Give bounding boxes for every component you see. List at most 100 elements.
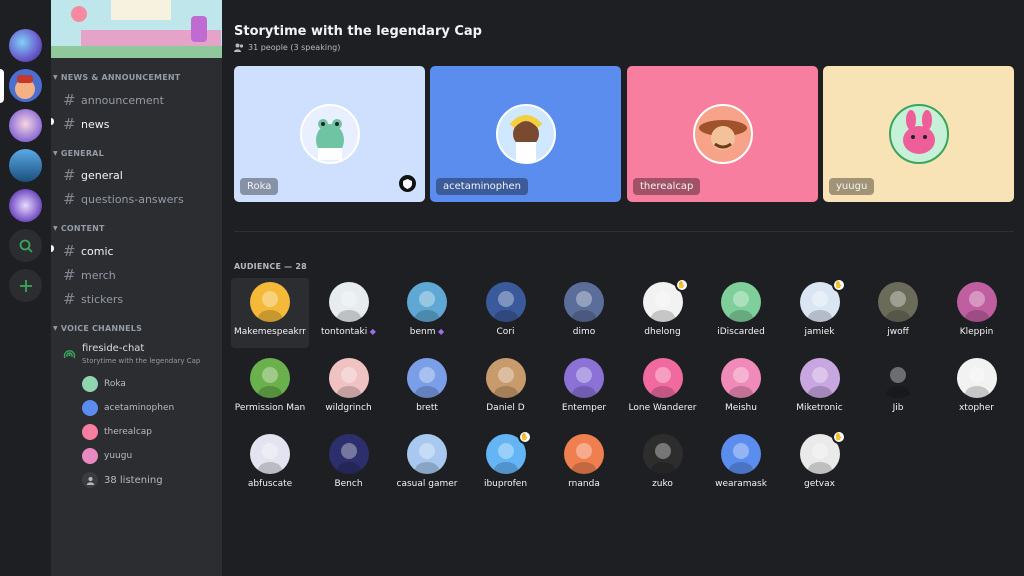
- hash-icon: #: [63, 115, 76, 133]
- audience-member-name: Entemper: [545, 403, 623, 413]
- audience-member[interactable]: Cori: [467, 278, 545, 348]
- audience-member[interactable]: Miketronic: [781, 354, 859, 424]
- audience-member[interactable]: brett: [388, 354, 466, 424]
- avatar: [564, 282, 604, 322]
- channel-comic[interactable]: # comic: [63, 242, 114, 260]
- voice-member[interactable]: Roka: [82, 376, 126, 392]
- member-name-text: Permission Man: [234, 403, 306, 413]
- channel-label: stickers: [81, 292, 124, 306]
- avatar: [721, 434, 761, 474]
- member-name-text: iDiscarded: [717, 327, 765, 337]
- channel-merch[interactable]: # merch: [63, 266, 116, 284]
- audience-member-name: Bench: [310, 479, 388, 489]
- avatar: [564, 358, 604, 398]
- server-icon[interactable]: [9, 149, 42, 182]
- member-name-text: ibuprofen: [483, 479, 528, 489]
- participant-count-label: 31 people (3 speaking): [248, 43, 341, 52]
- server-icon[interactable]: [9, 29, 42, 62]
- people-icon: [234, 43, 244, 52]
- audience-member[interactable]: Kleppin: [938, 278, 1016, 348]
- category-content[interactable]: ▼ CONTENT: [53, 224, 105, 233]
- member-name-text: xtopher: [958, 403, 994, 413]
- add-server-button[interactable]: [9, 269, 42, 302]
- audience-member[interactable]: Meishu: [702, 354, 780, 424]
- audience-member[interactable]: rnanda: [545, 430, 623, 500]
- member-name-text: abfuscate: [247, 479, 293, 489]
- channel-announcement[interactable]: # announcement: [63, 91, 164, 109]
- channel-label: news: [81, 117, 110, 131]
- member-name-text: zuko: [652, 479, 673, 489]
- audience-member-name: dhelong: [624, 327, 702, 337]
- audience-member[interactable]: wearamask: [702, 430, 780, 500]
- chevron-down-icon: ▼: [53, 225, 58, 232]
- avatar: [888, 104, 949, 164]
- member-name-text: Entemper: [561, 403, 607, 413]
- search-icon: [19, 239, 33, 253]
- server-icon[interactable]: [9, 109, 42, 142]
- avatar: [799, 358, 840, 398]
- audience-member[interactable]: Jib: [859, 354, 937, 424]
- listening-count[interactable]: 38 listening: [82, 472, 163, 488]
- avatar: [407, 358, 447, 398]
- audience-member[interactable]: dimo: [545, 278, 623, 348]
- voice-member[interactable]: therealcap: [82, 424, 152, 440]
- audience-member[interactable]: iDiscarded: [702, 278, 780, 348]
- category-news-announcement[interactable]: ▼ NEWS & ANNOUNCEMENT: [53, 73, 180, 82]
- voice-member[interactable]: acetaminophen: [82, 400, 174, 416]
- member-name-text: jwoff: [887, 327, 909, 337]
- audience-member[interactable]: ✋ getvax: [781, 430, 859, 500]
- audience-member[interactable]: benm ◆: [388, 278, 466, 348]
- audience-member-name: jwoff: [859, 327, 937, 337]
- audience-member[interactable]: zuko: [624, 430, 702, 500]
- explore-servers-button[interactable]: [9, 229, 42, 262]
- category-voice-channels[interactable]: ▼ VOICE CHANNELS: [53, 324, 142, 333]
- speaker-tile[interactable]: therealcap: [627, 66, 818, 202]
- audience-member-name: tontontaki ◆: [310, 327, 388, 337]
- audience-member[interactable]: jwoff: [859, 278, 937, 348]
- audience-member[interactable]: wildgrinch: [310, 354, 388, 424]
- page-title: Storytime with the legendary Cap: [234, 24, 482, 39]
- member-name-text: Miketronic: [796, 403, 843, 413]
- audience-member[interactable]: abfuscate: [231, 430, 309, 500]
- channel-general[interactable]: # general: [63, 166, 123, 184]
- category-general[interactable]: ▼ GENERAL: [53, 149, 104, 158]
- channel-news[interactable]: # news: [63, 115, 109, 133]
- audience-member[interactable]: xtopher: [938, 354, 1016, 424]
- avatar: [642, 434, 683, 474]
- raised-hand-icon: ✋: [831, 278, 846, 292]
- audience-member[interactable]: ✋ dhelong: [624, 278, 702, 348]
- chevron-down-icon: ▼: [53, 325, 58, 332]
- channel-stickers[interactable]: # stickers: [63, 290, 123, 308]
- speaker-tile[interactable]: acetaminophen: [430, 66, 621, 202]
- audience-member[interactable]: Permission Man: [231, 354, 309, 424]
- audience-member[interactable]: Bench: [310, 430, 388, 500]
- chevron-down-icon: ▼: [53, 74, 58, 81]
- hash-icon: #: [63, 266, 76, 284]
- voice-member[interactable]: yuugu: [82, 448, 132, 464]
- headphones-icon: [82, 472, 98, 488]
- member-name-text: jamiek: [804, 327, 835, 337]
- audience-member[interactable]: Makemespeakrr: [231, 278, 309, 348]
- speaker-tile[interactable]: Roka: [234, 66, 425, 202]
- avatar: [692, 104, 753, 164]
- audience-member-name: Lone Wanderer: [624, 403, 702, 413]
- channel-label: comic: [81, 244, 114, 258]
- audience-member[interactable]: ✋ ibuprofen: [467, 430, 545, 500]
- channel-questions-answers[interactable]: # questions-answers: [63, 190, 184, 208]
- speaker-tile[interactable]: yuugu: [823, 66, 1014, 202]
- audience-member[interactable]: tontontaki ◆: [310, 278, 388, 348]
- audience-member[interactable]: casual gamer: [388, 430, 466, 500]
- audience-member[interactable]: Entemper: [545, 354, 623, 424]
- unread-indicator: [51, 245, 54, 252]
- member-name-text: Meishu: [725, 403, 757, 413]
- server-icon[interactable]: [9, 189, 42, 222]
- audience-member[interactable]: Daniel D: [467, 354, 545, 424]
- voice-channel-fireside-chat[interactable]: fireside-chat Storytime with the legenda…: [61, 343, 219, 369]
- member-name-text: rnanda: [568, 479, 600, 489]
- member-name-text: Makemespeakrr: [234, 327, 306, 337]
- audience-member[interactable]: ✋ jamiek: [781, 278, 859, 348]
- audience-member[interactable]: Lone Wanderer: [624, 354, 702, 424]
- raised-hand-icon: ✋: [674, 278, 689, 292]
- audience-member-name: ibuprofen: [467, 479, 545, 489]
- server-icon-active[interactable]: [9, 69, 42, 102]
